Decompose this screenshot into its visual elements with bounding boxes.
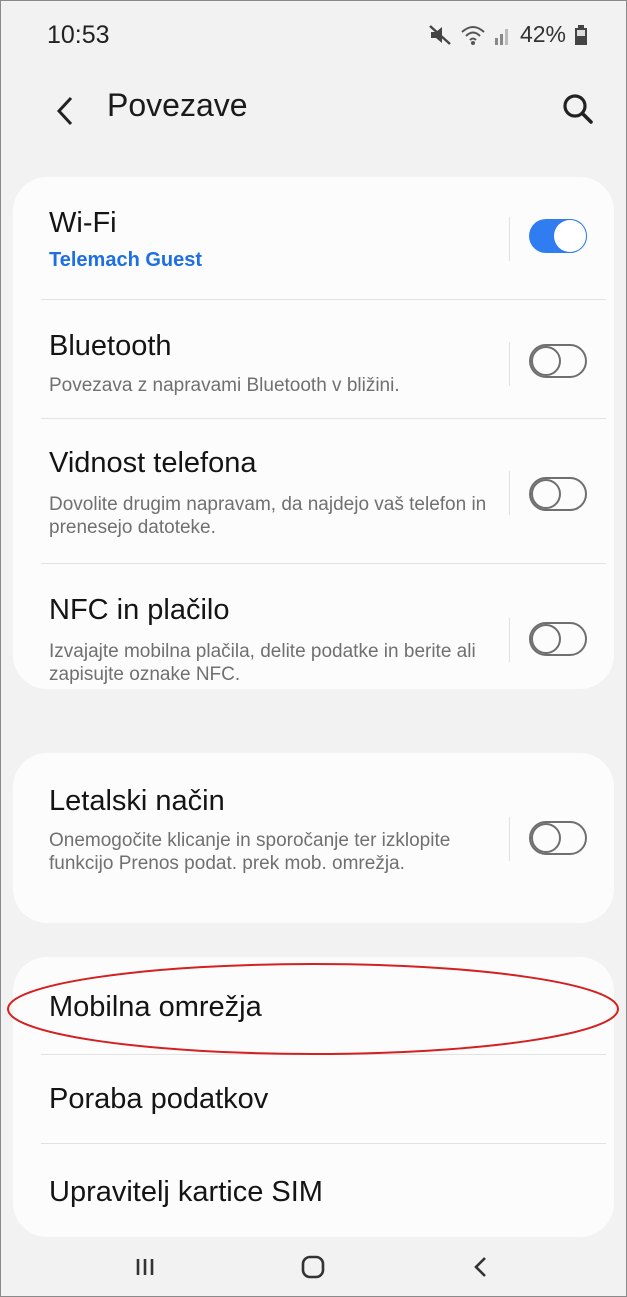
home-icon [301, 1255, 325, 1279]
wifi-subtitle: Telemach Guest [49, 249, 203, 271]
nfc-toggle[interactable] [529, 622, 587, 656]
screen: 10:53 42% Povezave Wi-Fi Telemach Guest … [0, 0, 627, 1297]
network-card: Mobilna omrežja Poraba podatkov Upravite… [13, 957, 614, 1237]
app-header: Povezave [1, 71, 626, 151]
bluetooth-title: Bluetooth [49, 330, 172, 362]
setting-nfc[interactable]: NFC in plačilo Izvajajte mobilna plačila… [13, 564, 614, 689]
data-usage-title: Poraba podatkov [49, 1083, 269, 1115]
back-icon [474, 1257, 486, 1277]
setting-bluetooth[interactable]: Bluetooth Povezava z napravami Bluetooth… [13, 300, 614, 418]
visibility-subtitle: Dovolite drugim napravam, da najdejo vaš… [49, 494, 487, 538]
visibility-title: Vidnost telefona [49, 447, 257, 479]
setting-wifi[interactable]: Wi-Fi Telemach Guest [13, 177, 614, 299]
signal-icon [494, 28, 508, 45]
connections-card: Wi-Fi Telemach Guest Bluetooth Povezava … [13, 177, 614, 689]
back-button[interactable] [51, 93, 81, 129]
airplane-title: Letalski način [49, 785, 225, 817]
recent-apps-icon [136, 1259, 154, 1275]
separator [509, 342, 510, 386]
airplane-card: Letalski način Onemogočite klicanje in s… [13, 753, 614, 923]
wifi-toggle[interactable] [529, 219, 587, 253]
page-title: Povezave [107, 87, 248, 123]
setting-data-usage[interactable]: Poraba podatkov [13, 1055, 614, 1143]
separator [509, 471, 510, 515]
wifi-icon [461, 25, 485, 45]
nav-back-button[interactable] [461, 1247, 501, 1287]
setting-mobile-networks[interactable]: Mobilna omrežja [13, 957, 614, 1054]
nfc-subtitle: Izvajajte mobilna plačila, delite podatk… [49, 641, 476, 685]
setting-sim-manager[interactable]: Upravitelj kartice SIM [13, 1144, 614, 1237]
search-icon [563, 94, 593, 124]
wifi-title: Wi-Fi [49, 207, 117, 239]
separator [509, 817, 510, 861]
setting-airplane-mode[interactable]: Letalski način Onemogočite klicanje in s… [13, 753, 614, 923]
system-nav-bar [1, 1237, 626, 1296]
status-icons: 42% [428, 21, 588, 48]
setting-phone-visibility[interactable]: Vidnost telefona Dovolite drugim naprava… [13, 419, 614, 563]
bluetooth-subtitle: Povezava z napravami Bluetooth v bližini… [49, 375, 400, 396]
airplane-toggle[interactable] [529, 821, 587, 855]
sim-manager-title: Upravitelj kartice SIM [49, 1176, 323, 1208]
search-button[interactable] [558, 89, 598, 129]
bluetooth-toggle[interactable] [529, 344, 587, 378]
separator [509, 618, 510, 662]
mobile-networks-title: Mobilna omrežja [49, 991, 262, 1023]
status-time: 10:53 [47, 21, 110, 49]
status-bar: 10:53 42% [1, 1, 626, 71]
airplane-subtitle: Onemogočite klicanje in sporočanje ter i… [49, 830, 451, 874]
mute-icon [429, 24, 451, 45]
recent-apps-button[interactable] [125, 1247, 165, 1287]
battery-icon [575, 24, 587, 45]
home-button[interactable] [293, 1247, 333, 1287]
visibility-toggle[interactable] [529, 477, 587, 511]
battery-percent: 42% [519, 21, 566, 47]
chevron-left-icon [56, 96, 73, 126]
nfc-title: NFC in plačilo [49, 594, 230, 626]
separator [509, 217, 510, 261]
